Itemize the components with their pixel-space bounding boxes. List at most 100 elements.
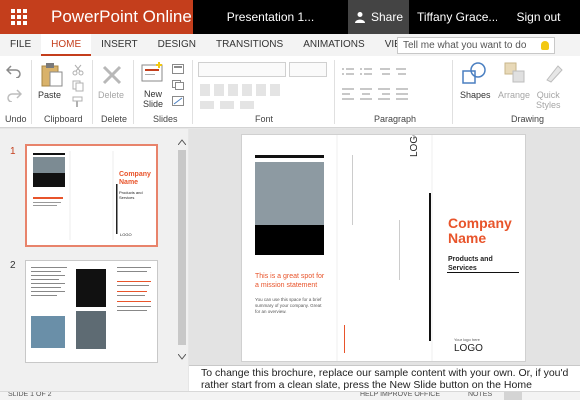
slide-number-1: 1 [10,146,16,157]
tab-insert[interactable]: INSERT [91,34,148,56]
quick-styles-label-1: Quick [536,90,560,100]
font-name-dropdown[interactable] [198,62,286,77]
layout-icon[interactable] [172,64,184,74]
font-group-label: Font [255,114,274,124]
share-label: Share [370,10,404,24]
new-slide-label-1: New [144,89,163,99]
slide-thumbnail-1[interactable]: Company Name Products and Services LOGO [25,144,158,247]
new-slide-button[interactable]: New Slide [143,89,163,109]
tab-transitions[interactable]: TRANSITIONS [206,34,293,56]
slide-body-text[interactable]: You can use this space for a brief summa… [255,297,325,315]
paste-icon[interactable] [40,62,64,88]
clear-format-icon[interactable] [240,101,254,109]
app-name[interactable]: PowerPoint Online [37,0,193,34]
undo-icon[interactable] [6,64,22,78]
paste-button[interactable]: Paste [38,90,61,100]
cut-icon[interactable] [72,64,84,76]
slide-mission-statement[interactable]: This is a great spot for a mission state… [255,272,329,290]
share-button[interactable]: Share [348,0,409,34]
tab-design[interactable]: DESIGN [148,34,206,56]
tab-home[interactable]: HOME [41,34,92,56]
hide-slide-icon[interactable] [172,96,184,106]
tab-animations[interactable]: ANIMATIONS [293,34,374,56]
paragraph-group-label: Paragraph [374,114,417,124]
arrange-icon[interactable] [504,62,526,84]
scroll-up-icon[interactable] [178,139,186,145]
help-improve-link[interactable]: HELP IMPROVE OFFICE [360,392,440,398]
undo-group-label: Undo [5,114,27,124]
lightbulb-icon [541,41,549,50]
slides-group-label: Slides [153,114,178,124]
separator [192,60,193,124]
new-slide-label-2: Slide [143,99,164,109]
company-name-line-2: Name [448,230,487,246]
strikethrough-icon[interactable] [242,84,252,96]
title-bar: PowerPoint Online Presentation 1... Shar… [0,0,580,34]
arrange-button[interactable]: Arrange [498,90,530,100]
redo-icon[interactable] [6,88,22,102]
superscript-icon[interactable] [270,84,280,96]
delete-icon[interactable] [101,64,123,86]
thumbnail-2-preview [31,267,151,349]
separator [92,60,93,124]
slide-count: SLIDE 1 OF 2 [8,391,52,398]
notes-toggle[interactable]: NOTES [468,392,492,398]
delete-button[interactable]: Delete [98,90,124,100]
slide-products-services[interactable]: Products and Services [448,255,514,273]
bold-icon[interactable] [200,84,210,96]
normal-view-button[interactable] [504,392,522,400]
slide-logo-top[interactable]: LOGO [409,135,420,157]
subscript-icon[interactable] [256,84,266,96]
document-name[interactable]: Presentation 1... [193,0,348,34]
font-color-icon[interactable] [220,101,234,109]
format-painter-icon[interactable] [72,96,84,108]
separator [452,60,453,124]
font-color-buttons [200,101,320,111]
slide-thumbnails-panel: 1 Company Name Products and Services LOG… [0,129,188,391]
notes-pane[interactable]: To change this brochure, replace our sam… [189,365,580,391]
list-icons[interactable] [342,66,442,110]
slide-your-logo-here: Your logo here [454,337,480,342]
font-format-buttons [200,84,320,98]
underline-icon[interactable] [228,84,238,96]
paragraph-buttons [342,66,442,116]
status-bar: SLIDE 1 OF 2 HELP IMPROVE OFFICE NOTES [0,391,580,400]
slide-editor: Company Name Products and Services This … [189,129,580,365]
app-launcher-icon[interactable] [0,0,37,34]
slide-logo-bottom[interactable]: LOGO [454,343,483,354]
copy-icon[interactable] [72,80,84,92]
thumbnail-1-logo: LOGO [120,232,132,237]
slide-thumbnail-2[interactable] [25,260,158,363]
company-name-line-1: Company [448,215,512,231]
clipboard-group-label: Clipboard [44,114,83,124]
italic-icon[interactable] [214,84,224,96]
shapes-button[interactable]: Shapes [460,90,491,100]
thumbnail-1-sub: Products and Services [119,190,143,200]
duplicate-slide-icon[interactable] [172,80,184,90]
slide-canvas[interactable]: Company Name Products and Services This … [241,134,526,362]
new-slide-icon[interactable] [141,62,165,84]
ribbon-home: Undo Paste Clipboard Delete Delete New S… [0,56,580,128]
user-name[interactable]: Tiffany Grace... [409,0,497,34]
slide-company-name[interactable]: Company Name [448,216,512,246]
share-icon [354,12,365,23]
shapes-icon[interactable] [461,61,487,87]
drawing-group-label: Drawing [511,114,545,124]
thumbnails-scroll-thumb[interactable] [178,150,186,345]
quick-styles-button[interactable]: Quick Styles [536,90,561,110]
quick-styles-label-2: Styles [536,100,561,110]
powerpoint-window: PowerPoint Online Presentation 1... Shar… [0,0,580,400]
slide-number-2: 2 [10,260,16,271]
separator [133,60,134,124]
quick-styles-icon[interactable] [544,62,566,84]
slide-graphics [255,135,519,361]
highlight-icon[interactable] [200,101,214,109]
ribbon-tabs: FILE HOME INSERT DESIGN TRANSITIONS ANIM… [0,34,580,56]
tell-me-search[interactable]: Tell me what you want to do [397,37,555,54]
notes-text[interactable]: To change this brochure, replace our sam… [201,367,576,391]
font-size-dropdown[interactable] [289,62,327,77]
scroll-down-icon[interactable] [178,354,186,360]
sign-out-link[interactable]: Sign out [497,0,580,34]
tab-file[interactable]: FILE [0,34,41,56]
delete-group-label: Delete [101,114,128,124]
